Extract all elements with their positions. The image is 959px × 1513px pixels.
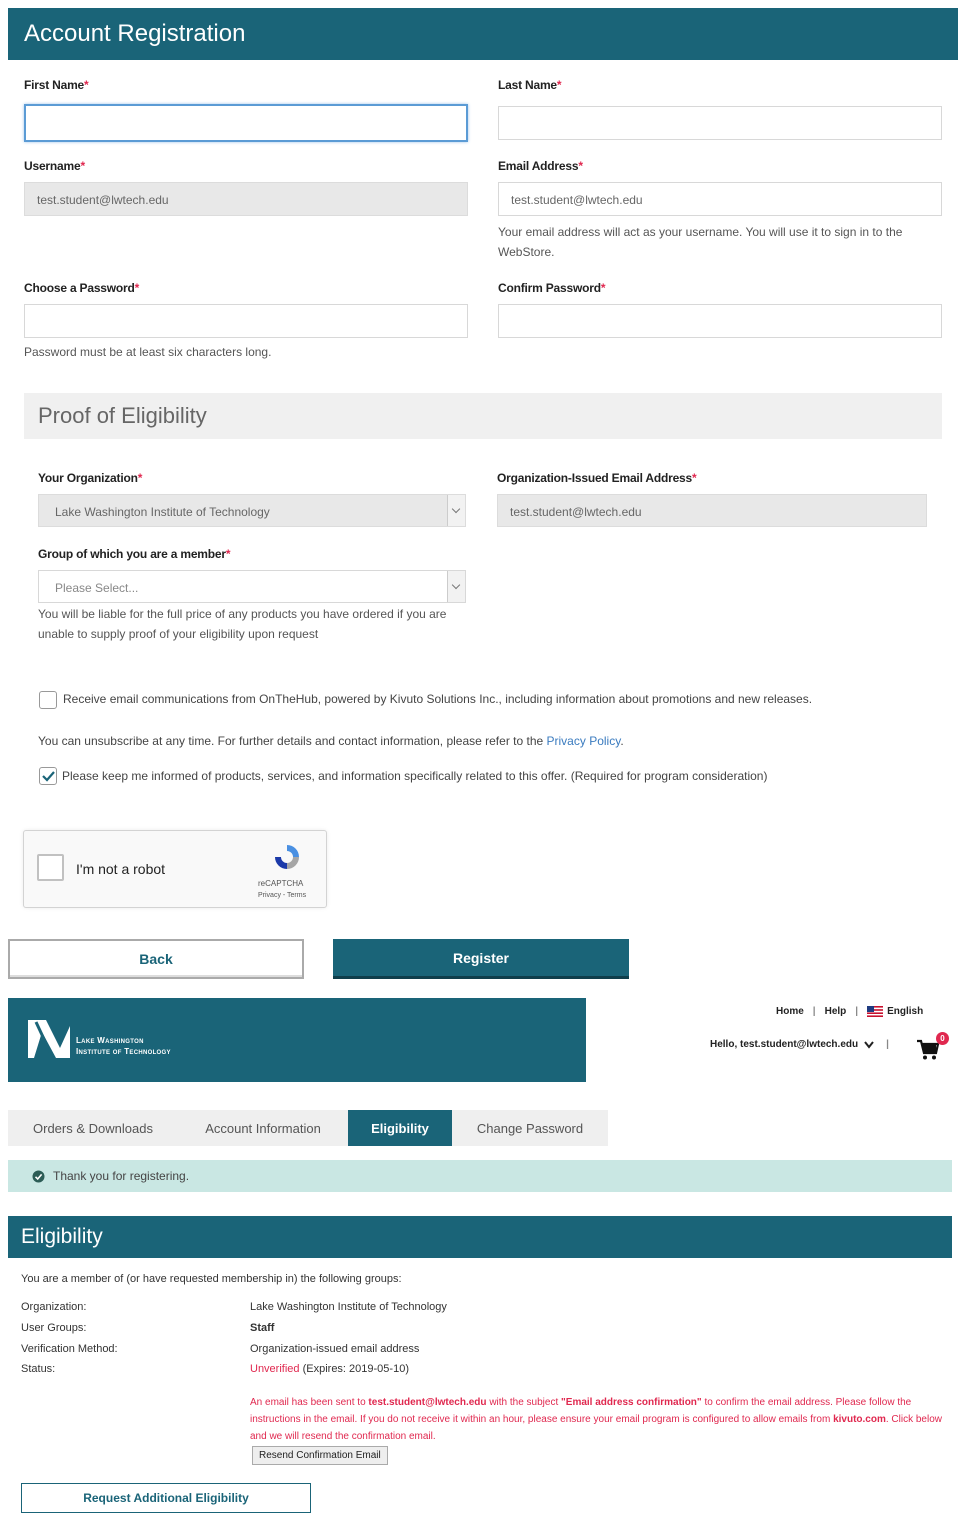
user-groups-label: User Groups: <box>21 1322 87 1334</box>
recaptcha-label: I'm not a robot <box>76 861 166 877</box>
keep-informed-text: Please keep me informed of products, ser… <box>62 769 768 783</box>
status-label: Status: <box>21 1363 56 1375</box>
first-name-label: First Name* <box>24 78 89 92</box>
back-button[interactable]: Back <box>8 939 304 979</box>
cart-button[interactable]: 0 <box>916 1032 949 1062</box>
verification-method-label: Verification Method: <box>21 1343 118 1355</box>
org-email-input: test.student@lwtech.edu <box>497 494 927 527</box>
page-title: Account Registration <box>24 20 246 47</box>
unsubscribe-text: You can unsubscribe at any time. For fur… <box>38 734 624 748</box>
nav-separator: | <box>855 1006 859 1017</box>
us-flag-icon <box>867 1006 884 1017</box>
logo-line-1: Lake Washington <box>76 1036 144 1045</box>
eligibility-header: Eligibility <box>8 1216 952 1258</box>
chevron-down-icon <box>864 1040 874 1049</box>
language-label: English <box>887 1006 924 1017</box>
user-groups-value: Staff <box>250 1322 275 1334</box>
status-expiry: (Expires: 2019-05-10) <box>302 1363 409 1375</box>
alert-message: Thank you for registering. <box>53 1169 190 1183</box>
username-label: Username* <box>24 159 85 173</box>
lwtech-logo-icon <box>28 1020 70 1058</box>
password-label: Choose a Password* <box>24 281 140 295</box>
eligibility-section-title: Proof of Eligibility <box>38 403 207 428</box>
language-selector[interactable]: English <box>867 1006 923 1017</box>
confirm-password-label: Confirm Password* <box>498 281 606 295</box>
register-button[interactable]: Register <box>333 939 629 979</box>
eligibility-title: Eligibility <box>21 1225 103 1248</box>
eligibility-section-header: Proof of Eligibility <box>24 393 942 439</box>
recaptcha-brand: reCAPTCHA <box>258 879 304 888</box>
check-circle-icon <box>32 1170 45 1182</box>
user-menu[interactable]: Hello, test.student@lwtech.edu | <box>710 1039 889 1050</box>
organization-row-value: Lake Washington Institute of Technology <box>250 1301 447 1313</box>
tab-orders-downloads[interactable]: Orders & Downloads <box>8 1110 178 1146</box>
email-comm-text: Receive email communications from OnTheH… <box>63 692 813 706</box>
nav-help-link[interactable]: Help <box>825 1006 847 1017</box>
liability-hint: You will be liable for the full price of… <box>38 607 447 641</box>
brand-banner: Lake Washington Institute of Technology <box>8 998 586 1082</box>
email-hint: Your email address will act as your user… <box>498 225 903 259</box>
resend-confirmation-button[interactable]: Resend Confirmation Email <box>252 1446 388 1465</box>
nav-separator: | <box>812 1006 816 1017</box>
verification-notice: An email has been sent to test.student@l… <box>250 1397 943 1442</box>
email-input[interactable]: test.student@lwtech.edu <box>498 182 942 216</box>
nav-separator: | <box>886 1039 889 1050</box>
cart-count-badge: 0 <box>936 1032 949 1045</box>
organization-select: Lake Washington Institute of Technology <box>38 494 466 527</box>
logo-line-2: Institute of Technology <box>76 1047 171 1056</box>
password-hint: Password must be at least six characters… <box>24 345 272 359</box>
chevron-down-icon <box>447 495 465 526</box>
org-email-label: Organization-Issued Email Address* <box>497 471 697 485</box>
tab-change-password[interactable]: Change Password <box>452 1110 608 1146</box>
recaptcha-logo-icon <box>275 845 299 869</box>
status-value: Unverified (Expires: 2019-05-10) <box>250 1363 409 1375</box>
chevron-down-icon[interactable] <box>447 571 465 602</box>
nav-home-link[interactable]: Home <box>776 1006 804 1017</box>
success-alert: Thank you for registering. <box>8 1160 952 1192</box>
group-select[interactable]: Please Select... <box>38 570 466 603</box>
tab-account-information[interactable]: Account Information <box>178 1110 348 1146</box>
notice-subject: "Email address confirmation" <box>561 1397 702 1408</box>
organization-row-label: Organization: <box>21 1301 87 1313</box>
group-placeholder: Please Select... <box>55 581 139 595</box>
status-badge: Unverified <box>250 1363 300 1375</box>
verification-method-value: Organization-issued email address <box>250 1343 420 1355</box>
request-additional-eligibility-button[interactable]: Request Additional Eligibility <box>21 1483 311 1513</box>
last-name-input[interactable] <box>498 106 942 140</box>
recaptcha-widget: I'm not a robot reCAPTCHA Privacy - Term… <box>23 830 327 908</box>
privacy-policy-link[interactable]: Privacy Policy <box>547 734 621 748</box>
password-input[interactable] <box>24 304 468 338</box>
confirm-password-input[interactable] <box>498 304 942 338</box>
recaptcha-checkbox[interactable] <box>37 854 64 881</box>
organization-label: Your Organization* <box>38 471 143 485</box>
email-label: Email Address* <box>498 159 583 173</box>
tab-eligibility[interactable]: Eligibility <box>348 1110 452 1146</box>
top-nav: Home | Help | English <box>776 1006 923 1017</box>
group-label: Group of which you are a member* <box>38 547 231 561</box>
keep-informed-checkbox[interactable] <box>39 767 57 785</box>
recaptcha-links[interactable]: Privacy - Terms <box>258 892 306 899</box>
checkmark-icon <box>42 771 55 782</box>
last-name-label: Last Name* <box>498 78 562 92</box>
notice-domain: kivuto.com <box>833 1414 886 1425</box>
user-greeting: Hello, test.student@lwtech.edu <box>710 1039 859 1050</box>
eligibility-intro: You are a member of (or have requested m… <box>21 1273 402 1285</box>
notice-email: test.student@lwtech.edu <box>368 1397 487 1408</box>
first-name-input[interactable] <box>24 104 468 142</box>
registration-header: Account Registration <box>8 8 958 60</box>
username-input: test.student@lwtech.edu <box>24 182 468 216</box>
organization-value: Lake Washington Institute of Technology <box>55 505 270 519</box>
